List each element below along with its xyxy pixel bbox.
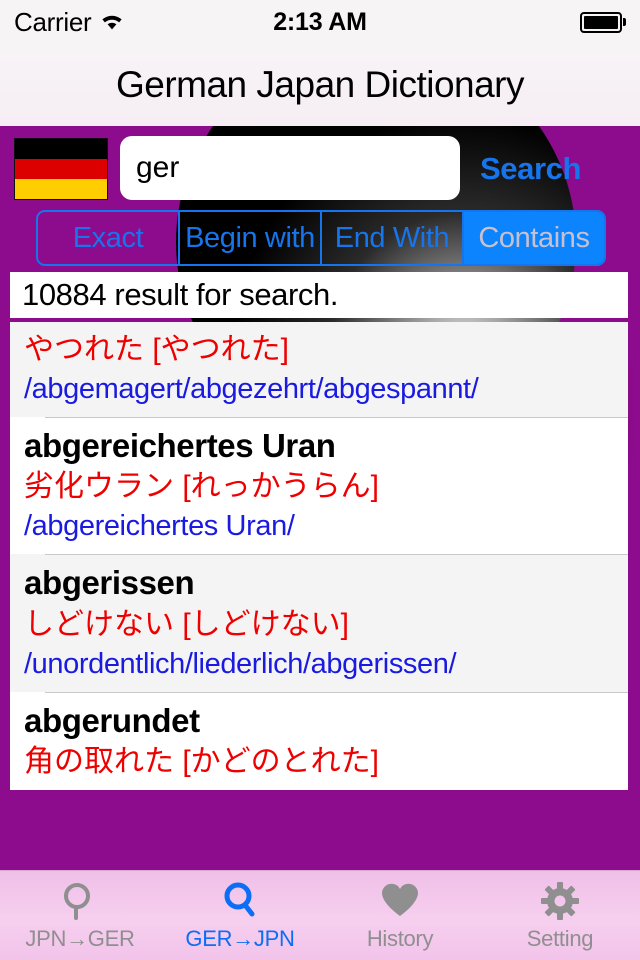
segment-contains[interactable]: Contains — [464, 212, 604, 264]
search-mode-segmented-control[interactable]: Exact Begin with End With Contains — [36, 210, 606, 266]
search-magnifier-icon — [59, 880, 101, 922]
table-row[interactable]: abgereichertes Uran 劣化ウラン [れっかうらん] /abge… — [10, 417, 628, 555]
result-reading: やつれた [やつれた] — [24, 333, 290, 366]
search-magnifier-icon — [219, 880, 261, 922]
tab-label: GER→JPN — [185, 925, 295, 951]
result-reading: 劣化ウラン [れっかうらん] — [24, 470, 380, 504]
tab-jpn-to-ger[interactable]: JPN→GER — [0, 871, 160, 960]
german-flag-icon — [14, 138, 108, 200]
result-reading: 角の取れた [かどのとれた] — [24, 744, 380, 778]
search-input[interactable] — [120, 136, 460, 200]
result-gloss: /abgereichertes Uran/ — [24, 510, 295, 543]
page-title: German Japan Dictionary — [115, 64, 525, 105]
tab-ger-to-jpn[interactable]: GER→JPN — [160, 871, 320, 960]
table-row[interactable]: abgerissen しどけない [しどけない] /unordentlich/l… — [10, 554, 628, 692]
tab-label: JPN→GER — [25, 925, 135, 951]
tab-history[interactable]: History — [320, 871, 480, 960]
result-term: abgerundet — [24, 701, 200, 739]
result-term: abgerissen — [24, 564, 195, 602]
table-row[interactable]: abgerundet 角の取れた [かどのとれた] — [10, 691, 628, 791]
result-reading: しどけない [しどけない] — [24, 607, 350, 641]
status-bar: Carrier 2:13 AM — [0, 0, 640, 44]
battery-full-icon — [580, 11, 626, 33]
heart-icon — [379, 880, 421, 922]
tab-label: Setting — [526, 925, 594, 951]
segment-exact[interactable]: Exact — [38, 212, 180, 264]
search-results-list[interactable]: やつれた [やつれた] /abgemagert/abgezehrt/abgesp… — [10, 322, 628, 852]
result-gloss: /abgemagert/abgezehrt/abgespannt/ — [24, 373, 479, 406]
segment-end-with[interactable]: End With — [322, 212, 464, 264]
segment-begin-with[interactable]: Begin with — [180, 212, 322, 264]
result-count-label: 10884 result for search. — [22, 277, 339, 312]
result-count-header: 10884 result for search. — [10, 272, 628, 318]
status-bar-clock: 2:13 AM — [273, 7, 367, 36]
result-term: abgereichertes Uran — [24, 427, 336, 465]
table-row[interactable]: やつれた [やつれた] /abgemagert/abgezehrt/abgesp… — [10, 322, 628, 418]
tab-bar: JPN→GER GER→JPN History Setting — [0, 870, 640, 960]
search-button[interactable]: Search — [480, 148, 620, 190]
navigation-bar: German Japan Dictionary — [0, 44, 640, 126]
tab-label: History — [366, 925, 434, 951]
search-header: Search Exact Begin with End With Contain… — [0, 126, 640, 272]
result-gloss: /unordentlich/liederlich/abgerissen/ — [24, 647, 457, 680]
gear-icon — [539, 880, 581, 922]
tab-setting[interactable]: Setting — [480, 871, 640, 960]
app-screen: Carrier 2:13 AM German Japan Dictionary … — [0, 0, 640, 960]
